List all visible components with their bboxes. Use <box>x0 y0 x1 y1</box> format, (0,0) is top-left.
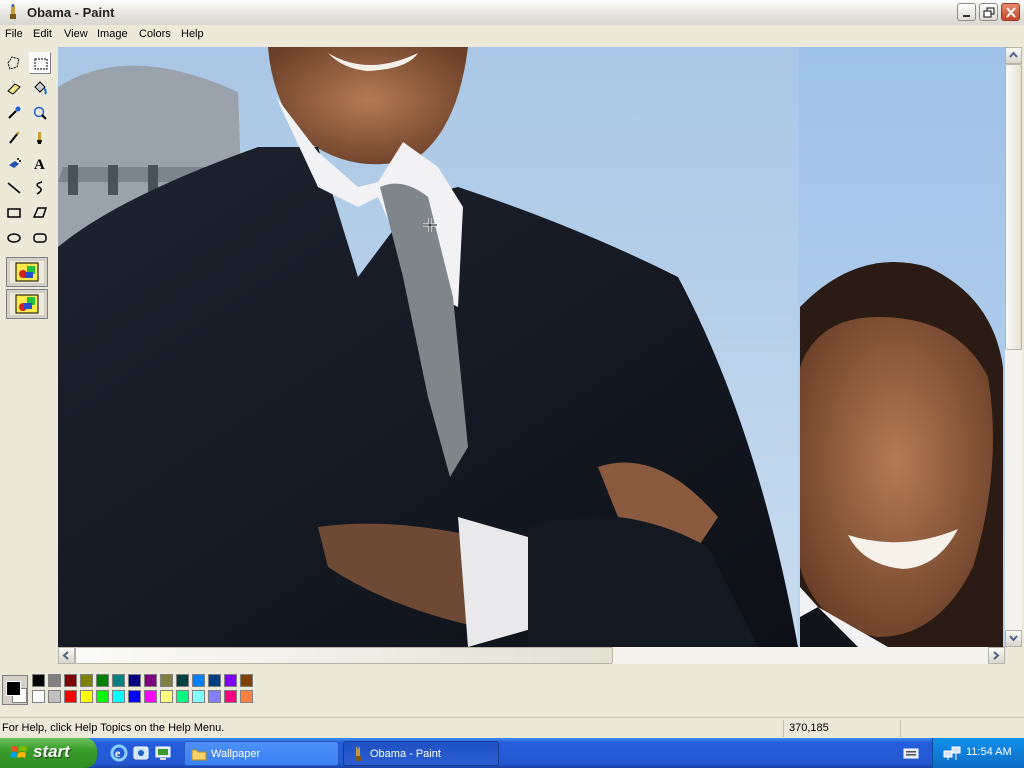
line-tool[interactable] <box>3 177 25 199</box>
rounded-rectangle-tool[interactable] <box>29 227 51 249</box>
color-swatch[interactable] <box>192 674 205 687</box>
start-button[interactable]: start <box>0 738 97 768</box>
color-swatch[interactable] <box>128 674 141 687</box>
airbrush-tool[interactable] <box>3 152 25 174</box>
brush-tool[interactable] <box>29 127 51 149</box>
color-swatch[interactable] <box>48 690 61 703</box>
color-swatch[interactable] <box>96 674 109 687</box>
color-swatch[interactable] <box>64 690 77 703</box>
folder-icon <box>191 749 207 761</box>
magnifier-tool[interactable] <box>29 102 51 124</box>
scroll-left-button[interactable] <box>58 647 75 664</box>
color-swatch[interactable] <box>208 674 221 687</box>
outlook-express-icon[interactable] <box>132 744 150 762</box>
fill-with-color-tool[interactable] <box>29 77 51 99</box>
taskbar-button-obama-paint[interactable]: Obama - Paint <box>343 741 499 766</box>
menu-colors[interactable]: Colors <box>139 28 171 40</box>
pencil-tool[interactable] <box>3 127 25 149</box>
keyboard-icon[interactable] <box>903 746 919 760</box>
selection-transparent-option[interactable] <box>6 289 48 319</box>
color-swatch[interactable] <box>144 690 157 703</box>
start-label: start <box>33 742 70 761</box>
window-title: Obama - Paint <box>27 5 115 20</box>
color-swatch[interactable] <box>32 674 45 687</box>
vertical-scroll-thumb[interactable] <box>1005 64 1022 350</box>
title-bar: Obama - Paint <box>0 0 1024 26</box>
color-box <box>0 664 1024 714</box>
color-swatch[interactable] <box>144 674 157 687</box>
color-swatch[interactable] <box>224 674 237 687</box>
color-swatch[interactable] <box>240 674 253 687</box>
color-swatch[interactable] <box>240 690 253 703</box>
eraser-tool[interactable] <box>3 77 25 99</box>
selection-opaque-option[interactable] <box>6 257 48 287</box>
menu-help[interactable]: Help <box>181 28 204 40</box>
color-swatch[interactable] <box>80 674 93 687</box>
color-swatch[interactable] <box>160 674 173 687</box>
ellipse-tool[interactable] <box>3 227 25 249</box>
paint-icon <box>355 746 361 761</box>
svg-text:e: e <box>115 746 121 760</box>
polygon-tool[interactable] <box>29 202 51 224</box>
scroll-up-button[interactable] <box>1005 47 1022 64</box>
select-tool[interactable] <box>29 52 51 74</box>
restore-button[interactable] <box>979 3 998 21</box>
network-icon[interactable] <box>943 745 961 761</box>
vertical-scrollbar[interactable] <box>1005 47 1022 647</box>
scroll-down-button[interactable] <box>1005 630 1022 647</box>
taskbar-button-wallpaper[interactable]: Wallpaper <box>184 741 339 766</box>
rectangle-tool[interactable] <box>3 202 25 224</box>
paint-app-icon <box>10 4 16 19</box>
status-bar: For Help, click Help Topics on the Help … <box>0 717 1024 739</box>
current-colors <box>2 675 28 705</box>
color-swatch[interactable] <box>176 690 189 703</box>
color-swatch[interactable] <box>160 690 173 703</box>
clock: 11:54 AM <box>966 746 1012 758</box>
tool-box: A <box>0 47 55 663</box>
menu-file[interactable]: File <box>5 28 23 40</box>
scroll-right-button[interactable] <box>988 647 1005 664</box>
horizontal-scrollbar[interactable] <box>58 647 1005 664</box>
menu-bar: File Edit View Image Colors Help <box>0 25 1024 45</box>
menu-edit[interactable]: Edit <box>33 28 52 40</box>
status-divider <box>783 720 784 737</box>
svg-text:A: A <box>34 157 45 171</box>
show-desktop-icon[interactable] <box>154 744 172 762</box>
status-divider <box>900 720 901 737</box>
menu-view[interactable]: View <box>64 28 88 40</box>
system-tray: 11:54 AM <box>932 738 1024 768</box>
windows-logo-icon <box>10 746 27 758</box>
color-swatch[interactable] <box>192 690 205 703</box>
minimize-button[interactable] <box>957 3 976 21</box>
color-swatch[interactable] <box>208 690 221 703</box>
pick-color-tool[interactable] <box>3 102 25 124</box>
canvas-image <box>58 47 1005 647</box>
menu-image[interactable]: Image <box>97 28 128 40</box>
text-tool[interactable]: A <box>29 152 51 174</box>
foreground-color-swatch <box>6 681 21 696</box>
status-help-text: For Help, click Help Topics on the Help … <box>2 722 225 734</box>
close-button[interactable] <box>1001 3 1020 21</box>
drawing-canvas[interactable] <box>58 47 1005 647</box>
color-swatch[interactable] <box>112 674 125 687</box>
color-swatch[interactable] <box>112 690 125 703</box>
cursor-coordinates: 370,185 <box>789 722 829 734</box>
taskbar-label-wallpaper: Wallpaper <box>211 748 261 760</box>
color-swatch[interactable] <box>96 690 109 703</box>
curve-tool[interactable] <box>29 177 51 199</box>
free-form-select-tool[interactable] <box>3 52 25 74</box>
color-swatch[interactable] <box>80 690 93 703</box>
horizontal-scroll-thumb[interactable] <box>75 647 613 664</box>
color-swatch[interactable] <box>224 690 237 703</box>
taskbar-label-obama-paint: Obama - Paint <box>370 748 441 760</box>
color-swatch[interactable] <box>32 690 45 703</box>
taskbar: start e Wallpaper Obama - Paint 11:54 AM <box>0 738 1024 768</box>
color-swatch[interactable] <box>176 674 189 687</box>
color-swatch[interactable] <box>64 674 77 687</box>
internet-explorer-icon[interactable]: e <box>110 744 128 762</box>
color-swatch[interactable] <box>48 674 61 687</box>
color-swatch[interactable] <box>128 690 141 703</box>
